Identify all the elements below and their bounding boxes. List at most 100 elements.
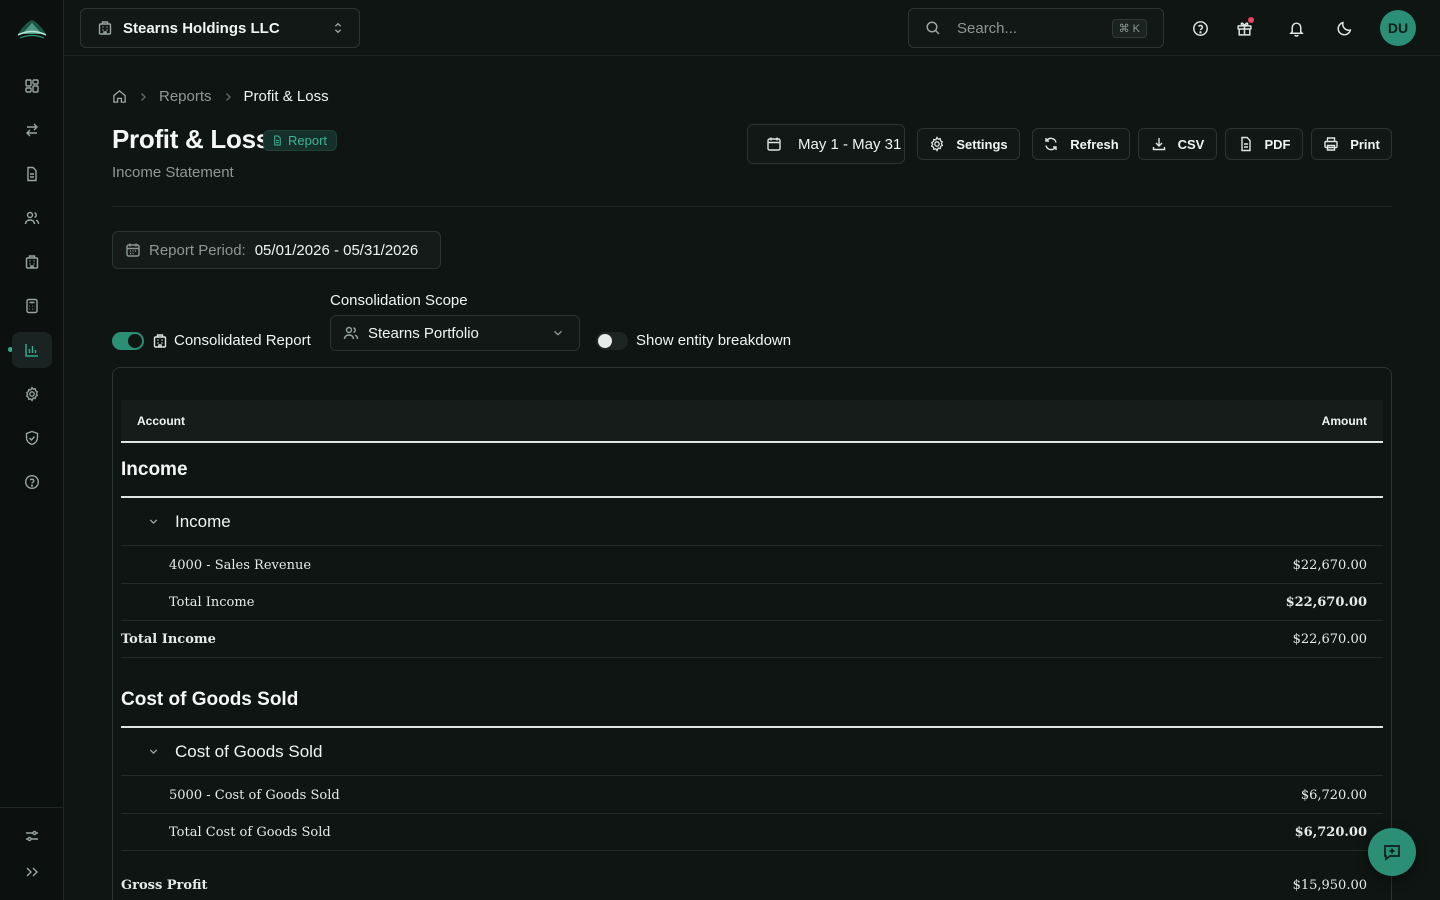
table-row[interactable]: 5000 - Cost of Goods Sold $6,720.00 bbox=[121, 777, 1383, 814]
printer-icon bbox=[1324, 137, 1338, 151]
breakdown-label: Show entity breakdown bbox=[636, 332, 792, 349]
export-csv-button[interactable]: CSV bbox=[1138, 128, 1217, 160]
nav-calculator[interactable] bbox=[12, 288, 52, 324]
report-period: Report Period: 05/01/2026 - 05/31/2026 bbox=[112, 231, 441, 269]
report-table: Account Amount Income Income 4000 - Sale… bbox=[112, 367, 1392, 900]
sidebar-divider bbox=[0, 807, 64, 808]
print-button[interactable]: Print bbox=[1311, 128, 1392, 160]
document-icon bbox=[27, 166, 37, 182]
search-input[interactable]: Search... ⌘ K bbox=[908, 8, 1164, 48]
company-selector[interactable]: Stearns Holdings LLC bbox=[80, 8, 360, 48]
help-button[interactable] bbox=[1188, 16, 1212, 40]
chevron-down-icon bbox=[149, 519, 158, 525]
nav-settings[interactable] bbox=[12, 376, 52, 412]
chevron-right-icon bbox=[225, 92, 231, 101]
group-label: Cost of Goods Sold bbox=[175, 741, 323, 761]
column-amount: Amount bbox=[1321, 413, 1367, 428]
table-header: Account Amount bbox=[121, 400, 1383, 443]
period-label: Report Period: bbox=[149, 241, 246, 259]
table-row[interactable]: 4000 - Sales Revenue $22,670.00 bbox=[121, 547, 1383, 584]
download-icon bbox=[1152, 138, 1165, 151]
table-row: Total Cost of Goods Sold $6,720.00 bbox=[121, 814, 1383, 851]
row-amount: $15,950.00 bbox=[1292, 878, 1367, 893]
notifications-button[interactable] bbox=[1284, 16, 1308, 40]
group-toggle-cogs[interactable]: Cost of Goods Sold bbox=[121, 728, 1383, 776]
refresh-button[interactable]: Refresh bbox=[1032, 128, 1130, 160]
badge-label: Report bbox=[288, 133, 328, 148]
nav-reports[interactable] bbox=[12, 332, 52, 368]
gear-icon bbox=[931, 136, 944, 152]
home-icon[interactable] bbox=[112, 89, 127, 104]
date-range-button[interactable]: May 1 - May 31 bbox=[747, 124, 905, 164]
row-amount: $22,670.00 bbox=[1285, 594, 1367, 610]
group-label: Income bbox=[175, 511, 231, 531]
company-name: Stearns Holdings LLC bbox=[123, 19, 280, 37]
nav-dashboard[interactable] bbox=[12, 68, 52, 104]
notification-dot bbox=[1248, 17, 1254, 23]
nav-documents[interactable] bbox=[12, 156, 52, 192]
row-amount: $6,720.00 bbox=[1300, 787, 1367, 803]
document-icon bbox=[274, 135, 281, 146]
transfer-icon bbox=[26, 123, 38, 137]
help-icon bbox=[24, 474, 40, 490]
page-title: Profit & Loss bbox=[112, 124, 270, 154]
export-pdf-button[interactable]: PDF bbox=[1225, 128, 1303, 160]
expand-sidebar-button[interactable] bbox=[12, 854, 52, 890]
users-icon bbox=[343, 326, 359, 340]
theme-toggle[interactable] bbox=[1332, 16, 1356, 40]
sliders-icon bbox=[26, 830, 38, 842]
nav-preferences[interactable] bbox=[12, 818, 52, 854]
scope-label: Consolidation Scope bbox=[330, 292, 468, 309]
group-toggle-income[interactable]: Income bbox=[121, 498, 1383, 546]
row-account: Total Income bbox=[121, 631, 216, 647]
scope-value: Stearns Portfolio bbox=[368, 324, 479, 342]
help-icon bbox=[1192, 20, 1208, 36]
breadcrumb-current: Profit & Loss bbox=[243, 88, 329, 105]
sidebar bbox=[0, 0, 64, 900]
calculator-icon bbox=[26, 298, 38, 314]
entity-breakdown-toggle[interactable] bbox=[596, 332, 628, 350]
header-divider bbox=[112, 206, 1392, 207]
breadcrumb: Reports Profit & Loss bbox=[112, 88, 329, 105]
chat-button[interactable] bbox=[1368, 828, 1416, 876]
print-label: Print bbox=[1350, 136, 1380, 152]
search-placeholder: Search... bbox=[957, 19, 1018, 37]
nav-contacts[interactable] bbox=[12, 200, 52, 236]
refresh-icon bbox=[1045, 137, 1057, 151]
expand-icon bbox=[26, 867, 38, 877]
consolidated-toggle[interactable] bbox=[112, 332, 144, 350]
table-row-total: Total Income $22,670.00 bbox=[121, 621, 1383, 658]
consolidation-scope-select[interactable]: Stearns Portfolio bbox=[330, 315, 580, 351]
period-value: 05/01/2026 - 05/31/2026 bbox=[254, 241, 419, 259]
calendar-icon bbox=[767, 137, 781, 151]
page-subtitle: Income Statement bbox=[112, 164, 234, 181]
section-title-income: Income bbox=[121, 459, 188, 480]
gear-icon bbox=[25, 386, 39, 402]
refresh-label: Refresh bbox=[1070, 136, 1119, 152]
users-icon bbox=[24, 211, 40, 225]
nav-security[interactable] bbox=[12, 420, 52, 456]
whats-new-button[interactable] bbox=[1232, 16, 1256, 40]
chevron-down-icon bbox=[554, 330, 562, 336]
nav-entities[interactable] bbox=[12, 244, 52, 280]
settings-label: Settings bbox=[956, 136, 1008, 152]
table-row-gross-profit: Gross Profit $15,950.00 bbox=[121, 867, 1383, 900]
row-amount: $22,670.00 bbox=[1292, 631, 1367, 647]
consolidated-text: Consolidated Report bbox=[174, 332, 311, 349]
chevron-down-icon bbox=[149, 749, 158, 755]
date-range-label: May 1 - May 31 bbox=[798, 135, 902, 153]
row-amount: $22,670.00 bbox=[1292, 557, 1367, 573]
table-row: Total Income $22,670.00 bbox=[121, 584, 1383, 621]
nav-transactions[interactable] bbox=[12, 112, 52, 148]
row-account: Total Cost of Goods Sold bbox=[169, 824, 331, 840]
row-account: Total Income bbox=[169, 594, 255, 610]
nav-help[interactable] bbox=[12, 464, 52, 500]
avatar[interactable]: DU bbox=[1380, 10, 1416, 46]
breadcrumb-reports[interactable]: Reports bbox=[159, 88, 212, 105]
search-shortcut: ⌘ K bbox=[1111, 18, 1147, 38]
report-badge: Report bbox=[263, 130, 338, 151]
logo[interactable] bbox=[16, 14, 48, 42]
file-icon bbox=[1240, 136, 1251, 152]
settings-button[interactable]: Settings bbox=[917, 128, 1020, 160]
column-account: Account bbox=[137, 413, 185, 428]
